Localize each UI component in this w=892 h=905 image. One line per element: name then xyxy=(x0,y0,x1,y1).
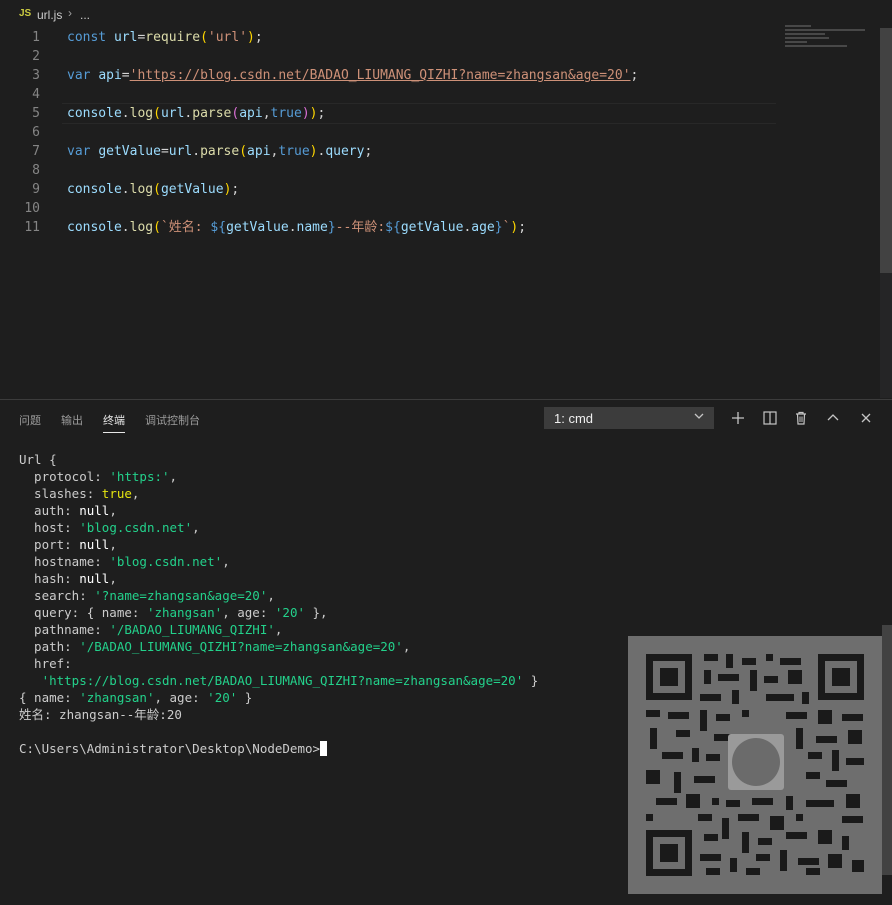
line-number: 9 xyxy=(32,182,40,197)
trash-icon[interactable] xyxy=(792,409,810,427)
terminal-cursor xyxy=(320,741,328,756)
line-number: 4 xyxy=(32,87,40,102)
line-number: 3 xyxy=(32,68,40,83)
code-line[interactable]: console.log(url.parse(api,true)); xyxy=(67,104,325,123)
code-line[interactable]: const url=require('url'); xyxy=(67,28,263,47)
line-number: 10 xyxy=(24,201,40,216)
code-editor[interactable]: 1 2 3 4 5 6 7 8 9 10 11 const url=requir… xyxy=(0,28,880,398)
line-number: 5 xyxy=(32,106,40,121)
avatar-image xyxy=(732,738,780,786)
terminal-output[interactable]: Url { protocol: 'https:', slashes: true,… xyxy=(19,451,619,757)
maximize-panel-icon[interactable] xyxy=(824,409,842,427)
tab-terminal[interactable]: 终端 xyxy=(103,412,125,433)
new-terminal-icon[interactable] xyxy=(729,409,747,427)
tab-problems[interactable]: 问题 xyxy=(19,412,41,428)
terminal-line: Url { xyxy=(19,452,57,467)
split-terminal-icon[interactable] xyxy=(761,409,779,427)
terminal-line: auth: null, xyxy=(19,503,117,518)
line-number: 7 xyxy=(32,144,40,159)
terminal-prompt[interactable]: C:\Users\Administrator\Desktop\NodeDemo> xyxy=(19,740,619,757)
terminal-scrollbar[interactable] xyxy=(882,625,892,875)
line-number: 6 xyxy=(32,125,40,140)
terminal-line: 'https://blog.csdn.net/BADAO_LIUMANG_QIZ… xyxy=(41,673,539,688)
terminal-line: path: '/BADAO_LIUMANG_QIZHI?name=zhangsa… xyxy=(19,639,411,654)
terminal-line: protocol: 'https:', xyxy=(19,469,178,484)
line-number: 1 xyxy=(32,30,40,45)
tab-debug-console[interactable]: 调试控制台 xyxy=(145,412,200,428)
breadcrumb: JS url.js › ... xyxy=(0,0,892,28)
line-number: 8 xyxy=(32,163,40,178)
line-number: 11 xyxy=(24,220,40,235)
code-line[interactable]: var api='https://blog.csdn.net/BADAO_LIU… xyxy=(67,66,638,85)
terminal-line: href: xyxy=(19,656,72,671)
terminal-line: hash: null, xyxy=(19,571,117,586)
terminal-line: search: '?name=zhangsan&age=20', xyxy=(19,588,275,603)
terminal-line: 姓名: zhangsan--年龄:20 xyxy=(19,707,182,722)
terminal-line: pathname: '/BADAO_LIUMANG_QIZHI', xyxy=(19,622,283,637)
minimap[interactable] xyxy=(785,25,877,55)
panel-tab-bar: 问题 输出 终端 调试控制台 xyxy=(0,400,892,436)
code-line[interactable]: console.log(`姓名: ${getValue.name}--年龄:${… xyxy=(67,218,526,237)
qr-code xyxy=(628,636,882,894)
terminal-line: { name: 'zhangsan', age: '20' } xyxy=(19,690,253,705)
terminal-line: port: null, xyxy=(19,537,117,552)
terminal-select[interactable]: 1: cmd xyxy=(544,407,714,429)
terminal-line: query: { name: 'zhangsan', age: '20' }, xyxy=(19,605,328,620)
tab-output[interactable]: 输出 xyxy=(61,412,83,428)
terminal-line: hostname: 'blog.csdn.net', xyxy=(19,554,230,569)
breadcrumb-more[interactable]: ... xyxy=(80,8,90,22)
terminal-line: host: 'blog.csdn.net', xyxy=(19,520,200,535)
chevron-down-icon xyxy=(693,410,705,425)
code-line[interactable]: var getValue=url.parse(api,true).query; xyxy=(67,142,372,161)
qr-avatar xyxy=(728,734,784,790)
breadcrumb-file[interactable]: url.js xyxy=(37,8,62,22)
terminal-line: slashes: true, xyxy=(19,486,140,501)
editor-scrollbar-thumb[interactable] xyxy=(880,28,892,273)
terminal-select-value: 1: cmd xyxy=(554,411,594,426)
code-line[interactable]: console.log(getValue); xyxy=(67,180,239,199)
chevron-right-icon: › xyxy=(68,6,72,20)
javascript-file-icon: JS xyxy=(19,8,32,19)
line-number: 2 xyxy=(32,49,40,64)
close-panel-icon[interactable] xyxy=(857,409,875,427)
